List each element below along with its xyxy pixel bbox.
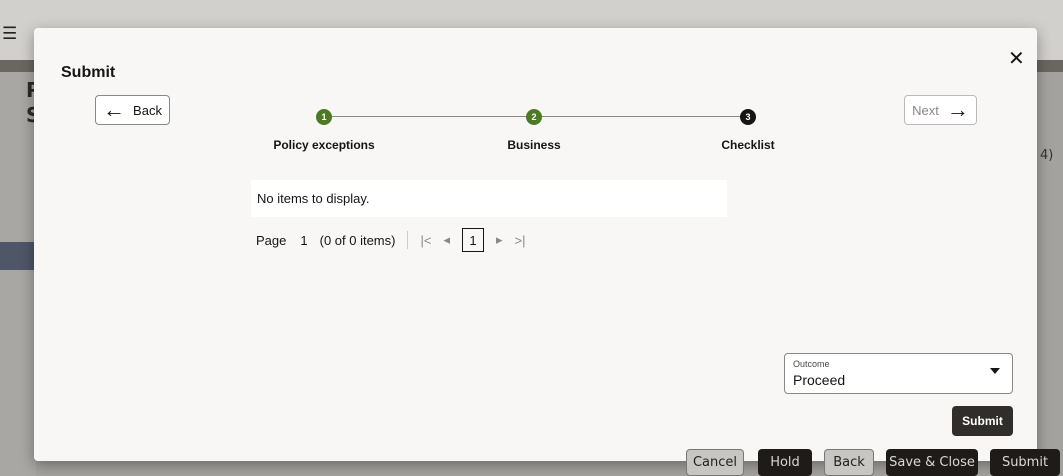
page-label: Page: [256, 232, 287, 248]
items-info: (0 of 0 items): [319, 232, 396, 248]
outcome-select[interactable]: Outcome Proceed: [784, 353, 1013, 394]
next-button[interactable]: Next →: [904, 95, 977, 125]
chevron-down-icon: [990, 368, 1000, 374]
arrow-left-icon: ←: [103, 97, 126, 122]
train-step-2-badge[interactable]: 2: [526, 109, 542, 125]
previous-page-icon[interactable]: ◂: [443, 232, 450, 248]
bg-cancel-button[interactable]: Cancel: [686, 449, 744, 476]
first-page-icon[interactable]: |<: [420, 233, 431, 248]
back-button-label: Back: [133, 102, 162, 118]
outcome-value: Proceed: [793, 372, 846, 388]
bg-back-button[interactable]: Back: [824, 449, 874, 476]
last-page-icon[interactable]: >|: [515, 233, 526, 248]
train-connector: [534, 116, 742, 117]
train-step-1-badge[interactable]: 1: [316, 109, 332, 125]
submit-dialog: Submit ✕ ← Back Next → 1 2 3 Policy exce…: [34, 28, 1037, 461]
sidebar-step[interactable]: [0, 210, 36, 238]
sidebar-step[interactable]: [0, 180, 36, 208]
bg-save-close-button[interactable]: Save & Close: [886, 449, 978, 476]
dialog-title: Submit: [61, 64, 116, 81]
bg-submit-button[interactable]: Submit: [990, 449, 1060, 476]
close-icon[interactable]: ✕: [1008, 48, 1025, 68]
arrow-right-icon: →: [946, 97, 969, 122]
outcome-label: Outcome: [793, 359, 830, 369]
menu-icon[interactable]: ☰: [2, 24, 17, 44]
train-step-2-label[interactable]: Business: [507, 138, 560, 152]
next-button-label: Next: [912, 102, 939, 118]
sidebar-step[interactable]: [0, 140, 36, 168]
train-connector: [332, 116, 534, 117]
empty-table-message: No items to display.: [251, 180, 727, 217]
sidebar-step-active[interactable]: [0, 242, 36, 270]
back-button[interactable]: ← Back: [95, 95, 170, 125]
pager-divider: [407, 231, 409, 249]
bg-right-fragment: 4): [1040, 148, 1054, 163]
train-step-3-label[interactable]: Checklist: [721, 138, 774, 152]
train-step-1-label[interactable]: Policy exceptions: [273, 138, 374, 152]
submit-button[interactable]: Submit: [952, 406, 1013, 436]
train-step-3-badge[interactable]: 3: [740, 109, 756, 125]
app-sidebar: [0, 72, 36, 476]
bg-hold-button[interactable]: Hold: [758, 449, 812, 476]
next-page-icon[interactable]: ▸: [496, 232, 503, 248]
pagination: Page 1 (0 of 0 items) |< ◂ 1 ▸ >|: [256, 226, 537, 254]
page-number: 1: [300, 232, 308, 248]
current-page-button[interactable]: 1: [461, 228, 484, 252]
